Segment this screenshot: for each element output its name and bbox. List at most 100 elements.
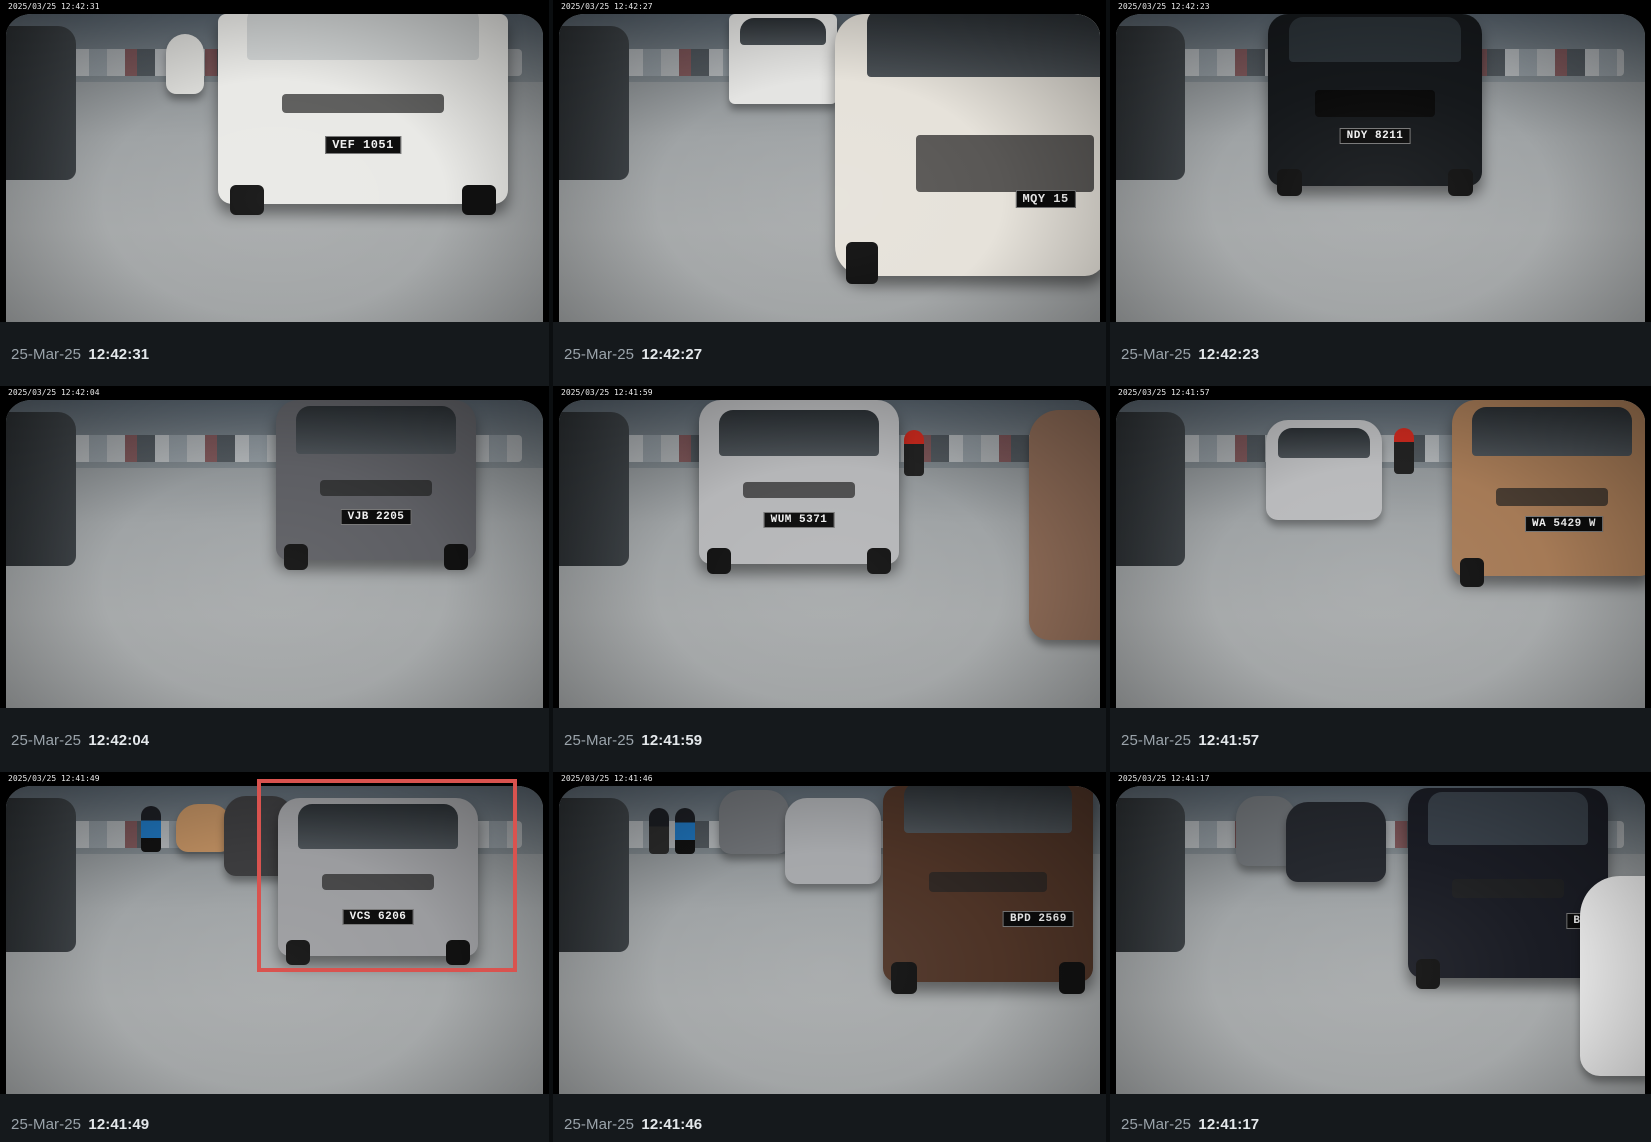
parked-car xyxy=(559,798,630,953)
capture-timestamp: 25-Mar-25 12:42:27 xyxy=(564,346,702,363)
capture-timestamp: 25-Mar-25 12:42:04 xyxy=(11,732,149,749)
capture-time: 12:41:46 xyxy=(641,1116,703,1133)
capture-image[interactable]: 2025/03/25 12:42:23 NDY 8211 xyxy=(1110,0,1651,322)
capture-image[interactable]: 2025/03/25 12:42:04 VJB 2205 xyxy=(0,386,549,708)
road-scene: NDY 8211 xyxy=(1116,14,1645,322)
background-vehicle xyxy=(1266,420,1382,520)
capture-image[interactable]: 2025/03/25 12:41:49 VCS 6206 xyxy=(0,772,549,1094)
capture-tile[interactable]: 2025/03/25 12:42:31 VEF 1051 25-Mar-25 1… xyxy=(0,0,553,386)
capture-time: 12:41:59 xyxy=(641,732,703,749)
osd-timestamp: 2025/03/25 12:41:59 xyxy=(561,388,653,397)
target-vehicle: BPD 2569 xyxy=(883,786,1093,994)
capture-timestamp: 25-Mar-25 12:41:59 xyxy=(564,732,702,749)
capture-date: 25-Mar-25 xyxy=(11,346,82,363)
motorcycle xyxy=(904,430,924,476)
capture-time: 12:41:49 xyxy=(88,1116,150,1133)
osd-timestamp: 2025/03/25 12:41:17 xyxy=(1118,774,1210,783)
capture-image[interactable]: 2025/03/25 12:41:57 WA 5429 W xyxy=(1110,386,1651,708)
osd-timestamp: 2025/03/25 12:41:46 xyxy=(561,774,653,783)
background-vehicle xyxy=(1029,410,1100,640)
capture-timestamp: 25-Mar-25 12:41:17 xyxy=(1121,1116,1259,1133)
parked-car xyxy=(1116,798,1185,953)
target-vehicle: VJB 2205 xyxy=(276,400,476,570)
capture-date: 25-Mar-25 xyxy=(1121,732,1192,749)
detection-highlight-box xyxy=(257,779,517,972)
capture-tile[interactable]: 2025/03/25 12:41:59 WUM 5371 25-Mar-25 1… xyxy=(553,386,1110,772)
target-vehicle: WA 5429 W xyxy=(1452,400,1645,587)
capture-date: 25-Mar-25 xyxy=(1121,346,1192,363)
license-plate: MQY 15 xyxy=(1015,189,1076,208)
capture-tile[interactable]: 2025/03/25 12:42:27 MQY 15 25-Mar-25 12:… xyxy=(553,0,1110,386)
motorcycle xyxy=(141,806,161,852)
osd-timestamp: 2025/03/25 12:42:04 xyxy=(8,388,100,397)
osd-timestamp: 2025/03/25 12:42:23 xyxy=(1118,2,1210,11)
capture-tile-selected[interactable]: 2025/03/25 12:41:49 VCS 6206 25-Mar-25 1… xyxy=(0,772,553,1142)
capture-tile[interactable]: 2025/03/25 12:42:23 NDY 8211 25-Mar-25 1… xyxy=(1110,0,1651,386)
capture-date: 25-Mar-25 xyxy=(564,732,635,749)
capture-tile[interactable]: 2025/03/25 12:41:17 BKJ 25-Mar-25 12:41:… xyxy=(1110,772,1651,1142)
license-plate: VJB 2205 xyxy=(340,508,412,525)
road-scene: BPD 2569 xyxy=(559,786,1100,1094)
osd-timestamp: 2025/03/25 12:42:27 xyxy=(561,2,653,11)
license-plate: WA 5429 W xyxy=(1525,516,1603,533)
camera-capture-grid: 2025/03/25 12:42:31 VEF 1051 25-Mar-25 1… xyxy=(0,0,1651,1142)
osd-timestamp: 2025/03/25 12:42:31 xyxy=(8,2,100,11)
capture-timestamp: 25-Mar-25 12:42:31 xyxy=(11,346,149,363)
background-vehicle xyxy=(729,14,837,104)
license-plate: VEF 1051 xyxy=(325,135,401,154)
road-scene: WA 5429 W xyxy=(1116,400,1645,708)
parked-car xyxy=(6,26,76,181)
license-plate: NDY 8211 xyxy=(1339,127,1411,144)
background-vehicle xyxy=(166,34,204,94)
capture-time: 12:42:27 xyxy=(641,346,703,363)
capture-image[interactable]: 2025/03/25 12:42:31 VEF 1051 xyxy=(0,0,549,322)
parked-car xyxy=(6,412,76,567)
parked-car xyxy=(1116,412,1185,567)
road-scene: VEF 1051 xyxy=(6,14,543,322)
capture-time: 12:42:31 xyxy=(88,346,150,363)
capture-tile[interactable]: 2025/03/25 12:41:57 WA 5429 W 25-Mar-25 … xyxy=(1110,386,1651,772)
road-scene: VJB 2205 xyxy=(6,400,543,708)
capture-image[interactable]: 2025/03/25 12:41:17 BKJ xyxy=(1110,772,1651,1094)
license-plate: WUM 5371 xyxy=(763,511,835,528)
target-vehicle: VEF 1051 xyxy=(218,14,508,216)
target-vehicle: WUM 5371 xyxy=(699,400,899,574)
capture-timestamp: 25-Mar-25 12:41:49 xyxy=(11,1116,149,1133)
capture-image[interactable]: 2025/03/25 12:41:59 WUM 5371 xyxy=(553,386,1106,708)
capture-time: 12:41:57 xyxy=(1198,732,1260,749)
capture-timestamp: 25-Mar-25 12:41:46 xyxy=(564,1116,702,1133)
capture-date: 25-Mar-25 xyxy=(564,346,635,363)
capture-timestamp: 25-Mar-25 12:41:57 xyxy=(1121,732,1259,749)
background-vehicle xyxy=(1286,802,1386,882)
parked-car xyxy=(6,798,76,953)
background-vehicle xyxy=(1580,876,1645,1076)
target-vehicle: BKJ xyxy=(1408,788,1608,990)
capture-date: 25-Mar-25 xyxy=(11,1116,82,1133)
capture-date: 25-Mar-25 xyxy=(564,1116,635,1133)
background-vehicle xyxy=(785,798,881,884)
motorcycle xyxy=(675,808,695,854)
capture-time: 12:41:17 xyxy=(1198,1116,1260,1133)
road-scene: BKJ xyxy=(1116,786,1645,1094)
capture-image[interactable]: 2025/03/25 12:41:46 BPD 2569 xyxy=(553,772,1106,1094)
motorcycle xyxy=(1394,428,1414,474)
osd-timestamp: 2025/03/25 12:41:49 xyxy=(8,774,100,783)
capture-tile[interactable]: 2025/03/25 12:42:04 VJB 2205 25-Mar-25 1… xyxy=(0,386,553,772)
target-vehicle: MQY 15 xyxy=(835,14,1100,284)
background-vehicle xyxy=(719,790,789,854)
motorcycle xyxy=(649,808,669,854)
capture-timestamp: 25-Mar-25 12:42:23 xyxy=(1121,346,1259,363)
road-scene: MQY 15 xyxy=(559,14,1100,322)
osd-timestamp: 2025/03/25 12:41:57 xyxy=(1118,388,1210,397)
capture-image[interactable]: 2025/03/25 12:42:27 MQY 15 xyxy=(553,0,1106,322)
parked-car xyxy=(1116,26,1185,181)
capture-time: 12:42:23 xyxy=(1198,346,1260,363)
parked-car xyxy=(559,412,630,567)
parked-car xyxy=(559,26,630,181)
capture-date: 25-Mar-25 xyxy=(1121,1116,1192,1133)
road-scene: WUM 5371 xyxy=(559,400,1100,708)
capture-tile[interactable]: 2025/03/25 12:41:46 BPD 2569 25-Mar-25 1… xyxy=(553,772,1110,1142)
target-vehicle: NDY 8211 xyxy=(1268,14,1482,197)
license-plate: BPD 2569 xyxy=(1002,911,1074,928)
capture-time: 12:42:04 xyxy=(88,732,150,749)
